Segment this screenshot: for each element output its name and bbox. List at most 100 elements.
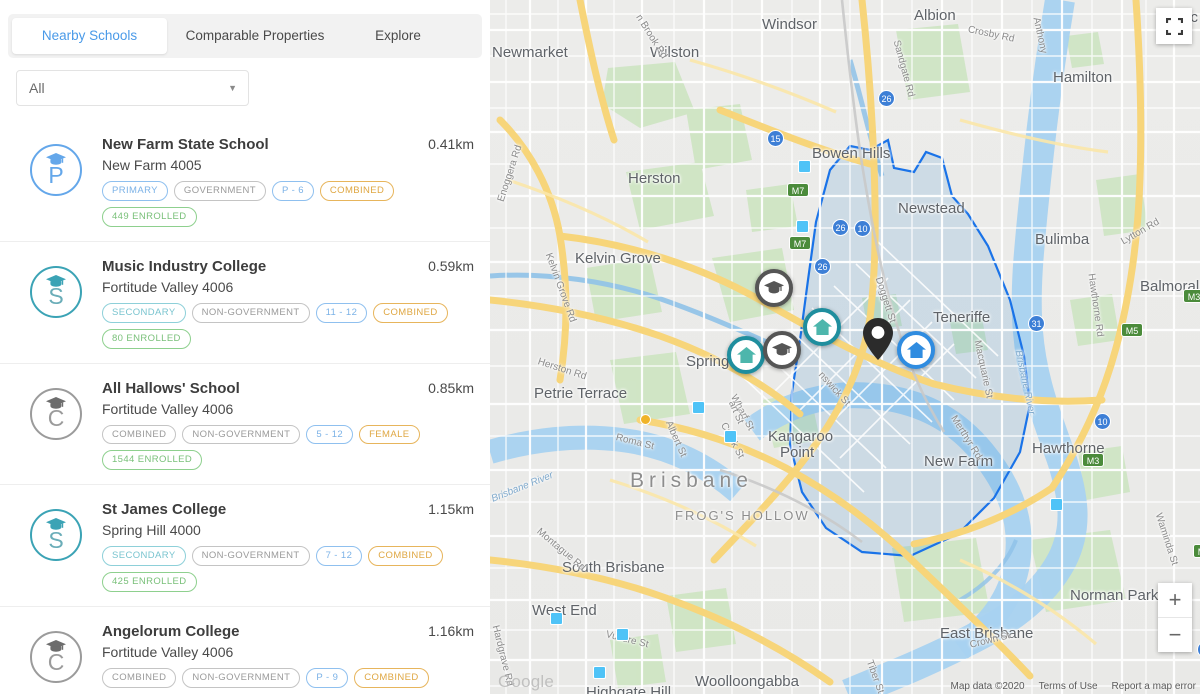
graduation-cap-icon [46, 396, 66, 416]
school-suburb: Fortitude Valley 4006 [102, 278, 234, 295]
map-pin-icon [863, 318, 893, 360]
school-tag: SECONDARY [102, 546, 186, 567]
school-distance: 1.15km [428, 501, 474, 518]
school-list-item[interactable]: C All Hallows' School 0.85km Fortitude V… [0, 364, 490, 486]
graduation-cap-icon [46, 640, 66, 659]
map-route-shield: 10 [854, 220, 871, 237]
zoom-in-button[interactable]: + [1158, 583, 1192, 617]
map-school-marker[interactable] [727, 336, 765, 374]
school-distance: 1.16km [428, 623, 474, 639]
google-logo: Google [498, 672, 555, 691]
graduation-cap-icon [46, 518, 66, 537]
school-tag: SECONDARY [102, 302, 186, 323]
school-name: Music Industry College [102, 257, 267, 275]
school-tag: P - 9 [306, 668, 349, 688]
graduation-cap-icon [46, 396, 66, 409]
school-header-row: New Farm State School 0.41km [102, 136, 474, 153]
fullscreen-icon [1165, 17, 1183, 35]
school-list-item[interactable]: P New Farm State School 0.41km New Farm … [0, 120, 490, 242]
school-tag: 449 ENROLLED [102, 206, 197, 227]
school-name: New Farm State School [102, 136, 269, 153]
school-tag: COMBINED [368, 546, 443, 567]
map-route-shield: M5 [1121, 323, 1143, 337]
graduation-cap-icon [764, 280, 784, 293]
map-school-marker[interactable] [763, 331, 801, 369]
map-route-shield: 26 [814, 258, 831, 275]
subject-property-pin[interactable] [863, 318, 893, 360]
school-tag-list: SECONDARY NON-GOVERNMENT 7 - 12 COMBINED 425… [102, 546, 474, 592]
school-tag-list: COMBINEDNON-GOVERNMENTP - 9COMBINED35 EN… [102, 668, 474, 694]
school-details: St James College 1.15km Spring Hill 4000… [102, 499, 474, 592]
map-school-marker[interactable] [897, 331, 935, 369]
zoom-controls: + − [1158, 583, 1192, 652]
school-type-badge: S [30, 265, 82, 318]
tab-comparable-properties[interactable]: Comparable Properties [167, 18, 343, 54]
school-tag: GOVERNMENT [173, 181, 267, 201]
school-list-item[interactable]: S St James College 1.15km Spring Hill 40… [0, 485, 490, 607]
map-route-shield: M3 [1183, 289, 1200, 303]
map-transit-icon [796, 220, 809, 233]
map-route-shield: 26 [878, 90, 895, 107]
graduation-cap-icon [772, 342, 792, 355]
zoom-out-button[interactable]: − [1158, 618, 1192, 652]
graduation-cap-icon [46, 518, 66, 530]
school-header-row: Music Industry College 0.59km [102, 258, 474, 275]
schools-panel: Nearby Schools Comparable Properties Exp… [0, 0, 490, 694]
filter-value: All [29, 80, 45, 96]
school-details: All Hallows' School 0.85km Fortitude Val… [102, 378, 474, 471]
map-route-shield: 26 [832, 219, 849, 236]
map-school-marker[interactable] [755, 269, 793, 307]
school-tag: FEMALE [359, 424, 420, 445]
school-distance: 0.59km [428, 257, 474, 274]
map-route-shield: 31 [1028, 315, 1045, 332]
fullscreen-button[interactable] [1156, 8, 1192, 44]
school-tag: 7 - 12 [315, 546, 363, 567]
school-details: Music Industry College 0.59km Fortitude … [102, 256, 474, 349]
school-tag: 80 ENROLLED [102, 328, 191, 349]
school-list-item[interactable]: C Angelorum College 1.16km Fortitude Val… [0, 607, 490, 694]
school-tag: 11 - 12 [315, 302, 368, 323]
school-tag: NON-GOVERNMENT [182, 424, 301, 445]
school-tag: COMBINED [354, 668, 429, 688]
school-type-badge: C [30, 631, 82, 683]
filter-row: All ▼ [0, 58, 490, 106]
school-type-badge: P [30, 144, 82, 196]
school-name: St James College [102, 501, 227, 519]
school-distance: 0.85km [428, 379, 474, 396]
school-suburb: Fortitude Valley 4006 [102, 644, 234, 660]
map-route-shield: M7 [787, 183, 809, 197]
tab-nearby-schools[interactable]: Nearby Schools [12, 18, 167, 54]
school-type-badge: S [30, 509, 82, 562]
school-details: New Farm State School 0.41km New Farm 40… [102, 134, 474, 227]
map-basemap [490, 0, 1200, 694]
house-icon [736, 347, 756, 363]
map-transit-icon [724, 430, 737, 443]
graduation-cap-icon [46, 153, 66, 165]
school-tag: NON-GOVERNMENT [191, 546, 310, 567]
map-route-shield: 15 [767, 130, 784, 147]
school-name: All Hallows' School [102, 379, 240, 397]
school-tag: NON-GOVERNMENT [191, 302, 310, 323]
school-tag: 1544 ENROLLED [102, 450, 203, 471]
map-poi-icon [640, 414, 651, 425]
school-distance: 0.41km [428, 136, 474, 152]
school-tag: 5 - 12 [306, 424, 354, 445]
map-canvas[interactable]: NewmarketWilstonWindsorAlbionHamiltonAsc… [490, 0, 1200, 694]
map-school-marker[interactable] [803, 308, 841, 346]
school-tag: COMBINED [319, 181, 395, 201]
school-tag-list: PRIMARY GOVERNMENT P - 6 COMBINED 449 ENROLL… [102, 181, 474, 227]
map-transit-icon [616, 628, 629, 641]
map-attribution: Map data ©2020 Terms of Use Report a map… [951, 681, 1196, 692]
school-tag: COMBINED [102, 424, 177, 445]
school-tag: COMBINED [373, 302, 448, 323]
school-suburb: Spring Hill 4000 [102, 522, 201, 539]
school-type-badge: C [30, 387, 82, 440]
report-map-error-link[interactable]: Report a map error [1112, 681, 1196, 692]
school-type-filter[interactable]: All ▼ [16, 70, 249, 106]
terms-of-use-link[interactable]: Terms of Use [1039, 681, 1098, 692]
school-tag: NON-GOVERNMENT [182, 668, 301, 688]
school-list-item[interactable]: S Music Industry College 0.59km Fortitud… [0, 242, 490, 364]
school-suburb: New Farm 4005 [102, 157, 202, 173]
graduation-cap-icon [46, 274, 66, 294]
tab-explore[interactable]: Explore [343, 18, 453, 54]
